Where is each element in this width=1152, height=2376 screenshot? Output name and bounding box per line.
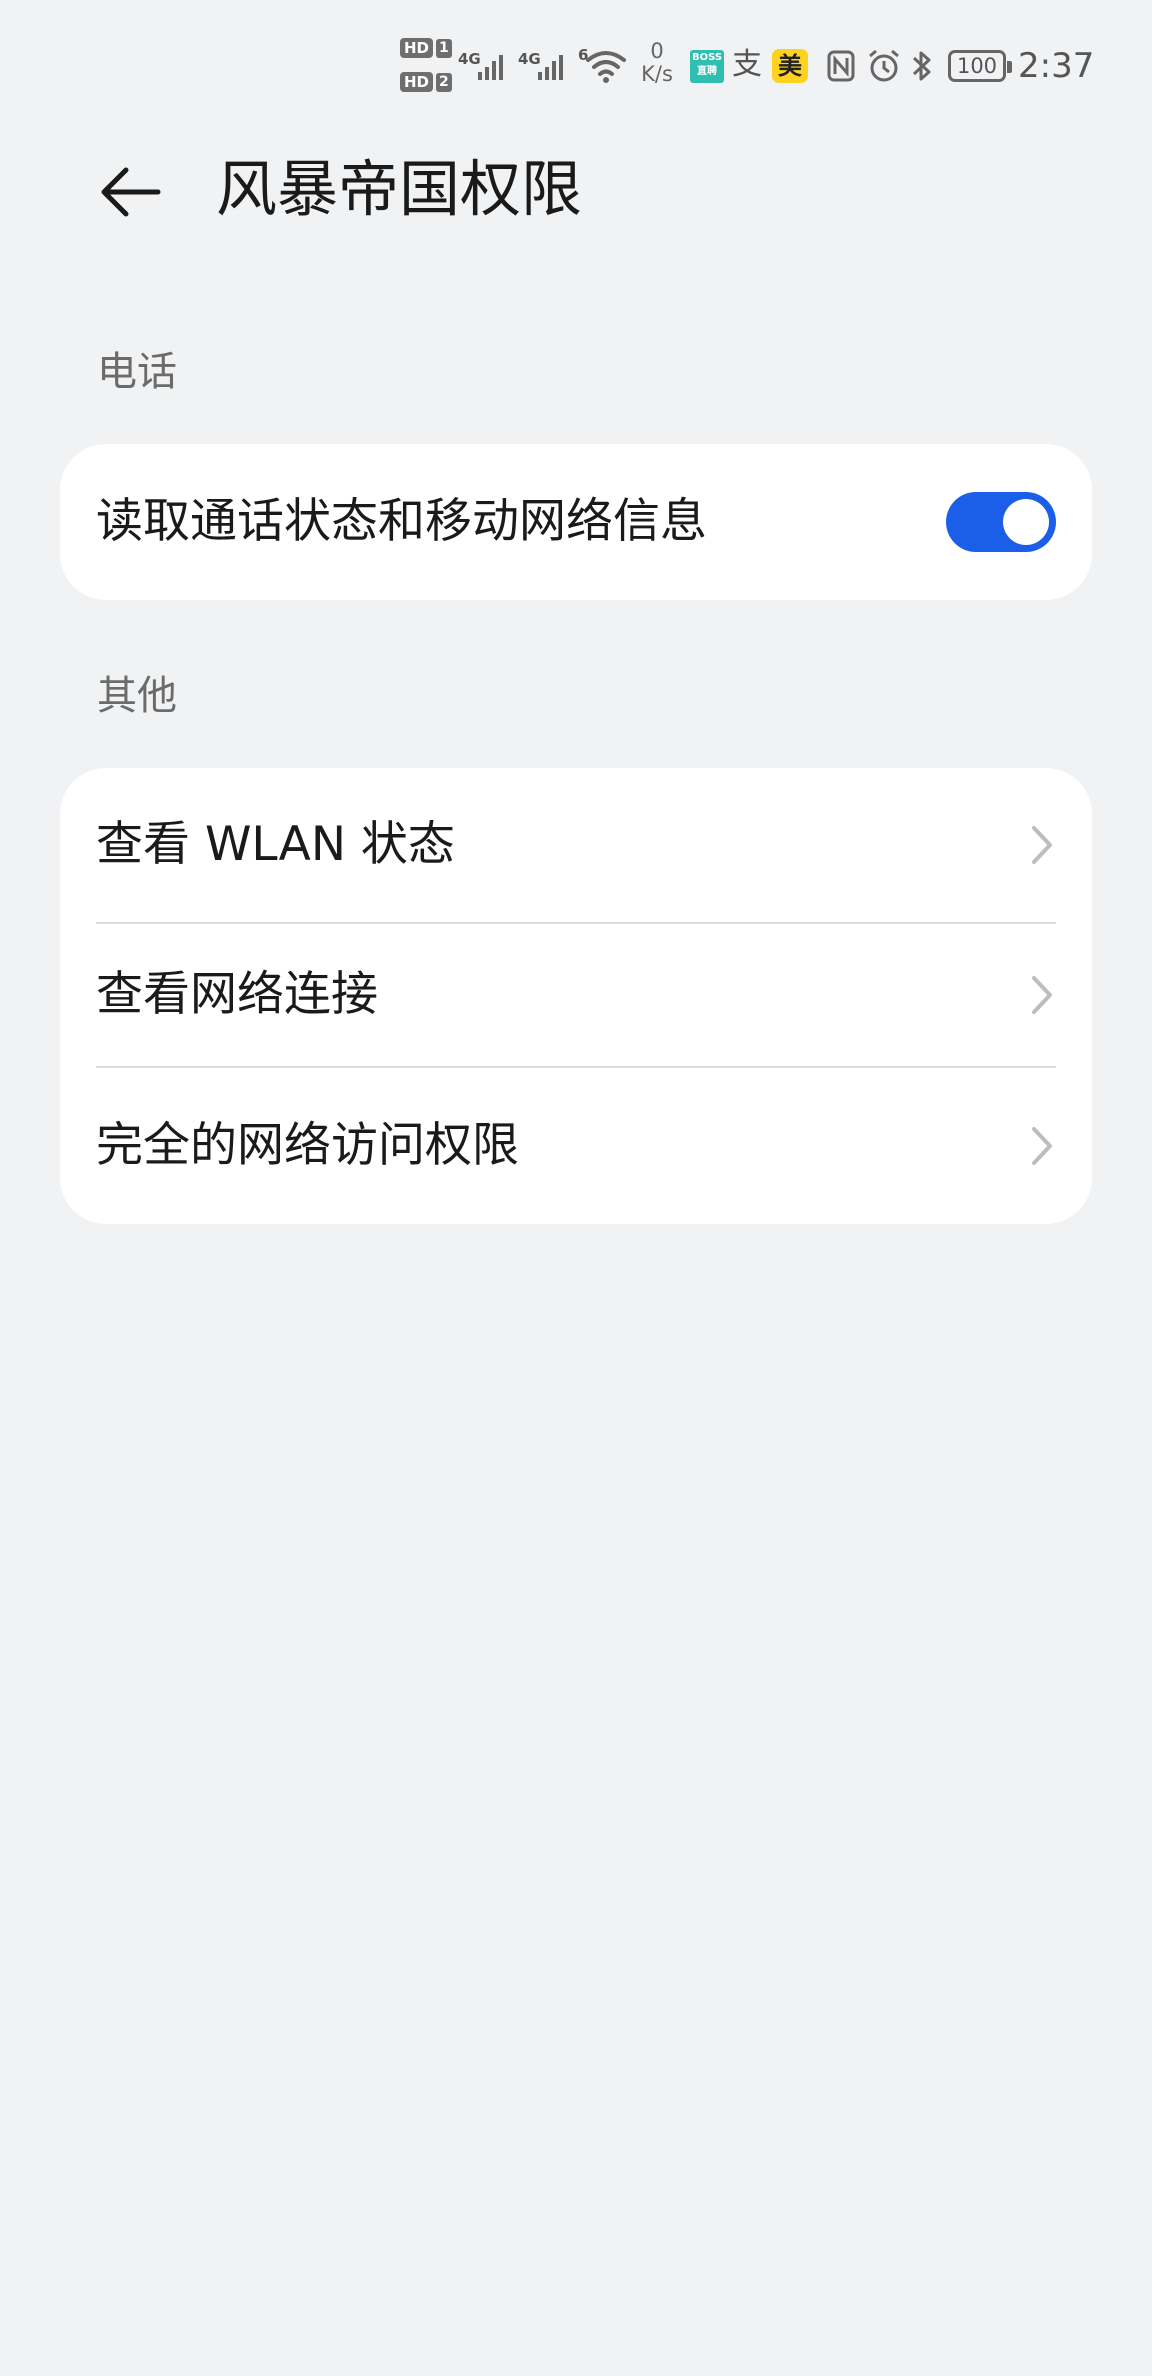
permission-label: 查看网络连接 [96, 967, 378, 1022]
permission-row-full-network-access[interactable]: 完全的网络访问权限 [60, 1068, 1092, 1224]
hd-sim2-badge: HD 2 [400, 72, 452, 92]
boss-line2: 直聘 [697, 66, 717, 77]
page-title: 风暴帝国权限 [216, 154, 583, 225]
hd-label: HD [400, 38, 434, 58]
clock-time: 2:37 [1018, 46, 1095, 86]
section-label-phone: 电话 [97, 349, 177, 395]
signal-sim2-icon [538, 55, 563, 80]
wifi-icon [586, 51, 626, 83]
permission-row-phone-state[interactable]: 读取通话状态和移动网络信息 [60, 444, 1092, 600]
chevron-right-icon [1032, 976, 1052, 1014]
meituan-icon: 美 [772, 49, 808, 83]
boss-app-icon: BOSS 直聘 [690, 50, 724, 83]
arrow-left-icon [101, 167, 161, 217]
permission-label: 读取通话状态和移动网络信息 [96, 494, 707, 549]
chevron-right-icon [1032, 826, 1052, 864]
toggle-knob [1003, 499, 1049, 545]
other-permissions-card: 查看 WLAN 状态 查看网络连接 完全的网络访问权限 [60, 768, 1092, 1224]
boss-line1: BOSS [691, 52, 723, 63]
nfc-icon [827, 50, 855, 82]
alarm-icon [869, 49, 899, 82]
hd-label: HD [400, 72, 434, 92]
permission-row-wlan-state[interactable]: 查看 WLAN 状态 [60, 768, 1092, 922]
status-bar: HD 1 HD 2 4G 4G 6 0 K/s BOSS 直聘 支 美 100 … [0, 0, 1152, 130]
sim-number: 2 [436, 72, 452, 92]
speed-unit: K/s [641, 62, 673, 86]
speed-value: 0 [650, 39, 664, 63]
permission-label: 查看 WLAN 状态 [96, 817, 455, 872]
signal-sim1-icon [478, 55, 503, 80]
back-button[interactable] [92, 152, 172, 232]
hd-sim1-badge: HD 1 [400, 38, 452, 58]
battery-indicator: 100 [948, 50, 1012, 82]
section-label-other: 其他 [97, 673, 177, 719]
permission-label: 完全的网络访问权限 [96, 1118, 519, 1173]
phone-permissions-card: 读取通话状态和移动网络信息 [60, 444, 1092, 600]
sim-number: 1 [436, 38, 452, 58]
network-speed: 0 K/s [632, 40, 682, 86]
phone-state-toggle[interactable] [946, 492, 1056, 552]
permission-row-network-connections[interactable]: 查看网络连接 [60, 924, 1092, 1066]
alipay-icon: 支 [732, 47, 762, 82]
chevron-right-icon [1032, 1127, 1052, 1165]
bluetooth-icon [912, 51, 931, 81]
